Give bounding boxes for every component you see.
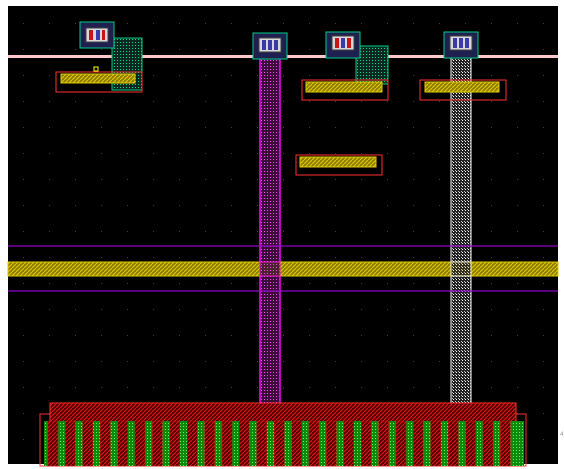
bottom-finger <box>500 420 511 467</box>
bottom-finger <box>256 420 268 467</box>
bottom-finger <box>273 420 285 467</box>
cell-2-via-b <box>268 40 272 50</box>
cell-4-via-b <box>459 38 463 48</box>
layout-canvas[interactable]: 4 <box>0 0 564 469</box>
bottom-finger <box>447 420 459 467</box>
bottom-finger <box>47 420 59 467</box>
bottom-finger <box>360 420 372 467</box>
cell-2-via-c <box>274 40 278 50</box>
cell-4-via-c <box>465 38 469 48</box>
bottom-finger <box>465 420 476 467</box>
cell-3-diffusion <box>355 45 389 85</box>
bottom-finger <box>152 420 163 467</box>
cell-1-via-a <box>89 30 93 40</box>
cell-4-white-column[interactable] <box>450 51 472 423</box>
bottom-fingers <box>47 420 511 467</box>
bottom-finger <box>99 420 111 467</box>
cell-3-via-b <box>341 38 345 48</box>
bottom-red-strip <box>49 402 517 424</box>
bottom-finger <box>239 420 250 467</box>
bottom-finger <box>65 420 76 467</box>
cell-1-via-c <box>102 30 105 40</box>
cell-3-via-a <box>335 38 339 48</box>
bottom-finger <box>204 420 215 467</box>
cell-4-metal-bar[interactable] <box>424 81 500 93</box>
bottom-finger <box>413 420 424 467</box>
bottom-finger <box>430 420 442 467</box>
cell-4-via-a <box>453 38 457 48</box>
cell-1-metal-bar[interactable] <box>60 73 136 84</box>
bottom-block[interactable] <box>39 402 527 467</box>
bottom-finger <box>343 420 355 467</box>
rail-yellow-band[interactable] <box>7 261 559 277</box>
bottom-finger <box>482 420 494 467</box>
bottom-finger <box>395 420 407 467</box>
cell-1-via-b <box>96 30 100 40</box>
corner-label: 4 <box>560 431 564 438</box>
cell-3-via-c <box>347 38 351 48</box>
cross-white <box>450 261 472 277</box>
bottom-finger <box>291 420 302 467</box>
bottom-finger <box>326 420 337 467</box>
bottom-finger <box>186 420 198 467</box>
cell-2-poly-column[interactable] <box>259 47 281 421</box>
bottom-finger <box>378 420 389 467</box>
bottom-finger <box>82 420 94 467</box>
bottom-finger <box>221 420 233 467</box>
mid-metal-bar[interactable] <box>299 156 377 168</box>
bottom-finger <box>134 420 146 467</box>
bottom-finger <box>117 420 128 467</box>
cross-magenta <box>259 261 281 277</box>
cell-2-via-a <box>262 40 266 50</box>
cell-3-metal-bar[interactable] <box>305 81 383 93</box>
bottom-finger <box>308 420 320 467</box>
bottom-finger <box>169 420 181 467</box>
